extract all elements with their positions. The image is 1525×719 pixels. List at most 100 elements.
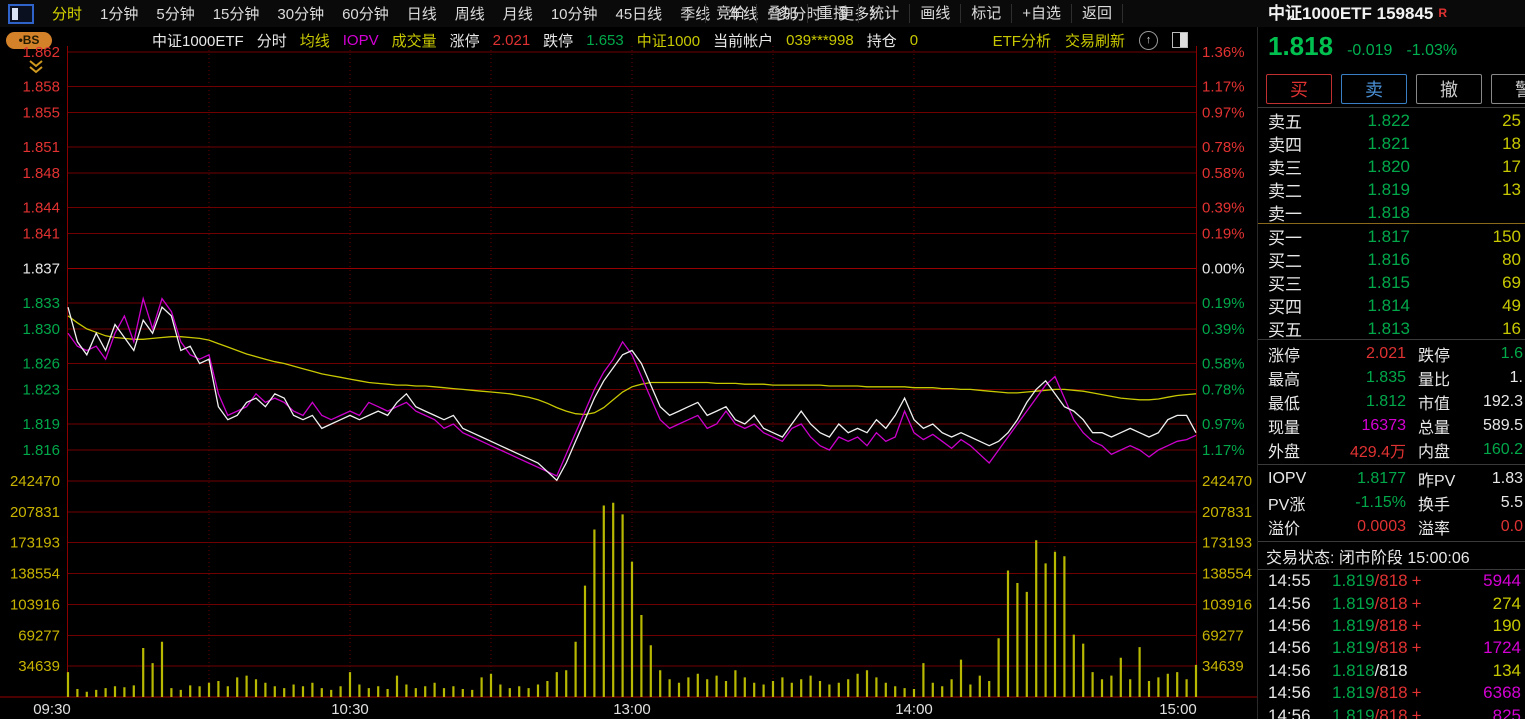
book-volume: 69 bbox=[1410, 273, 1521, 293]
bid-row[interactable]: 买三1.81569 bbox=[1258, 270, 1525, 293]
price-axis-label: 1.855 bbox=[22, 105, 60, 122]
pct-axis-label: 0.19% bbox=[1202, 226, 1245, 243]
ask-row[interactable]: 卖三1.82017 bbox=[1258, 154, 1525, 177]
book-price: 1.822 bbox=[1318, 111, 1410, 131]
price-axis-label: 1.851 bbox=[22, 139, 60, 156]
menu-item-period[interactable]: 10分钟 bbox=[543, 3, 606, 24]
book-price: 1.813 bbox=[1318, 319, 1410, 339]
window-layout-icon[interactable] bbox=[8, 4, 34, 24]
stat-row: PV涨-1.15%换手5.5 bbox=[1258, 491, 1525, 515]
toolbar-action[interactable]: 标记 bbox=[960, 4, 1011, 23]
toolbar-action[interactable]: 画线 bbox=[909, 4, 960, 23]
ask-row[interactable]: 卖四1.82118 bbox=[1258, 131, 1525, 154]
price-axis-label: 1.848 bbox=[22, 165, 60, 182]
menu-item-period[interactable]: 1分钟 bbox=[92, 3, 146, 24]
tick-time: 14:56 bbox=[1268, 616, 1318, 636]
volume-axis-label: 69277 bbox=[18, 627, 60, 644]
menu-item-period[interactable]: 日线 bbox=[399, 3, 445, 24]
menu-item-period[interactable]: 15分钟 bbox=[205, 3, 268, 24]
tick-price: 1.819 bbox=[1332, 683, 1375, 703]
price-axis-label: 1.841 bbox=[22, 226, 60, 243]
instrument-title: 中证1000ETF 159845R bbox=[1268, 0, 1447, 27]
book-volume: 49 bbox=[1410, 296, 1521, 316]
tick-row: 14:561.819/818+1724 bbox=[1258, 637, 1525, 659]
ask-row[interactable]: 卖二1.81913 bbox=[1258, 177, 1525, 200]
top-toolbar-actions: 竞价叠加重播统计画线标记+自选返回 bbox=[705, 0, 1123, 27]
volume-axis-label: 138554 bbox=[10, 566, 60, 583]
menu-item-period[interactable]: 分时 bbox=[44, 3, 90, 24]
price-change-pct: -1.03% bbox=[1406, 42, 1457, 60]
buy-button[interactable]: 买 bbox=[1266, 74, 1332, 104]
tick-volume: 6368 bbox=[1422, 683, 1521, 703]
ask-row[interactable]: 卖一1.818 bbox=[1258, 200, 1525, 223]
tick-volume: 1724 bbox=[1422, 638, 1521, 658]
toolbar-action[interactable]: 重播 bbox=[807, 4, 858, 23]
book-price: 1.815 bbox=[1318, 273, 1410, 293]
last-price: 1.818 bbox=[1268, 31, 1333, 62]
order-action-button[interactable]: 撤 bbox=[1416, 74, 1482, 104]
toolbar-action[interactable]: 返回 bbox=[1071, 4, 1123, 23]
toolbar-action[interactable]: 统计 bbox=[858, 4, 909, 23]
tick-volume: 134 bbox=[1412, 661, 1521, 681]
stat-row: 最低1.812市值192.3 bbox=[1258, 390, 1525, 414]
volume-axis-label: 69277 bbox=[1202, 627, 1244, 644]
book-price: 1.816 bbox=[1318, 250, 1410, 270]
pct-axis-label: 1.36% bbox=[1202, 46, 1245, 61]
tick-lots: /818 bbox=[1375, 594, 1408, 614]
stat-value: 2.021 bbox=[1320, 345, 1406, 363]
order-action-button[interactable]: 警 bbox=[1491, 74, 1525, 104]
stat-key: 昨PV bbox=[1406, 467, 1464, 491]
tick-list: 14:551.819/818+594414:561.819/818+27414:… bbox=[1258, 570, 1525, 719]
stat-value: 589.5 bbox=[1464, 417, 1523, 435]
stat-value: 1.835 bbox=[1320, 369, 1406, 387]
bid-row[interactable]: 买一1.817150 bbox=[1258, 224, 1525, 247]
book-price: 1.814 bbox=[1318, 296, 1410, 316]
price-axis-label: 1.830 bbox=[22, 321, 60, 338]
stat-key: 现量 bbox=[1268, 414, 1320, 438]
sell-button[interactable]: 卖 bbox=[1341, 74, 1407, 104]
toolbar-action[interactable]: 叠加 bbox=[756, 4, 807, 23]
tick-direction: + bbox=[1412, 571, 1422, 591]
menu-item-period[interactable]: 45日线 bbox=[608, 3, 671, 24]
book-level-label: 买五 bbox=[1268, 316, 1318, 341]
tick-direction: + bbox=[1412, 594, 1422, 614]
stat-value: -1.15% bbox=[1320, 494, 1406, 512]
book-volume: 13 bbox=[1410, 180, 1521, 200]
toolbar-action[interactable]: 竞价 bbox=[705, 4, 756, 23]
menu-item-period[interactable]: 月线 bbox=[495, 3, 541, 24]
bid-row[interactable]: 买五1.81316 bbox=[1258, 316, 1525, 339]
top-menu-bar: 分时1分钟5分钟15分钟30分钟60分钟日线周线月线10分钟45日线季线年线多分… bbox=[0, 0, 1525, 27]
stat-key: 内盘 bbox=[1406, 438, 1464, 462]
toolbar-action[interactable]: +自选 bbox=[1011, 4, 1071, 23]
tick-time: 14:56 bbox=[1268, 661, 1318, 681]
tick-price: 1.819 bbox=[1332, 638, 1375, 658]
tick-time: 14:56 bbox=[1268, 638, 1318, 658]
menu-item-period[interactable]: 周线 bbox=[447, 3, 493, 24]
volume-axis-label: 103916 bbox=[10, 596, 60, 613]
pct-axis-label: 0.58% bbox=[1202, 165, 1245, 182]
tick-lots: /818 bbox=[1375, 616, 1408, 636]
bid-row[interactable]: 买二1.81680 bbox=[1258, 247, 1525, 270]
bid-row[interactable]: 买四1.81449 bbox=[1258, 293, 1525, 316]
menu-item-period[interactable]: 60分钟 bbox=[334, 3, 397, 24]
tick-direction: + bbox=[1412, 616, 1422, 636]
ask-row[interactable]: 卖五1.82225 bbox=[1258, 108, 1525, 131]
menu-item-period[interactable]: 30分钟 bbox=[269, 3, 332, 24]
price-axis-label: 1.844 bbox=[22, 200, 60, 217]
book-volume: 17 bbox=[1410, 157, 1521, 177]
pct-axis-label: 0.78% bbox=[1202, 381, 1245, 398]
volume-axis-label: 34639 bbox=[18, 658, 60, 675]
menu-item-period[interactable]: 5分钟 bbox=[148, 3, 202, 24]
stat-row: IOPV1.8177昨PV1.83 bbox=[1258, 467, 1525, 491]
time-axis-label: 13:00 bbox=[613, 701, 651, 718]
tick-lots: /818 bbox=[1375, 638, 1408, 658]
price-axis-label: 1.833 bbox=[22, 295, 60, 312]
tick-lots: /818 bbox=[1375, 706, 1408, 719]
volume-axis-label: 103916 bbox=[1202, 596, 1252, 613]
stat-row: 溢价0.0003溢率0.0 bbox=[1258, 515, 1525, 539]
price-axis-label: 1.816 bbox=[22, 442, 60, 459]
volume-axis-label: 242470 bbox=[10, 473, 60, 490]
tick-row: 14:561.819/818+6368 bbox=[1258, 682, 1525, 704]
intraday-chart-canvas[interactable]: 1.8621.36%1.8581.17%1.8550.97%1.8510.78%… bbox=[0, 46, 1258, 719]
book-level-label: 卖三 bbox=[1268, 154, 1318, 179]
